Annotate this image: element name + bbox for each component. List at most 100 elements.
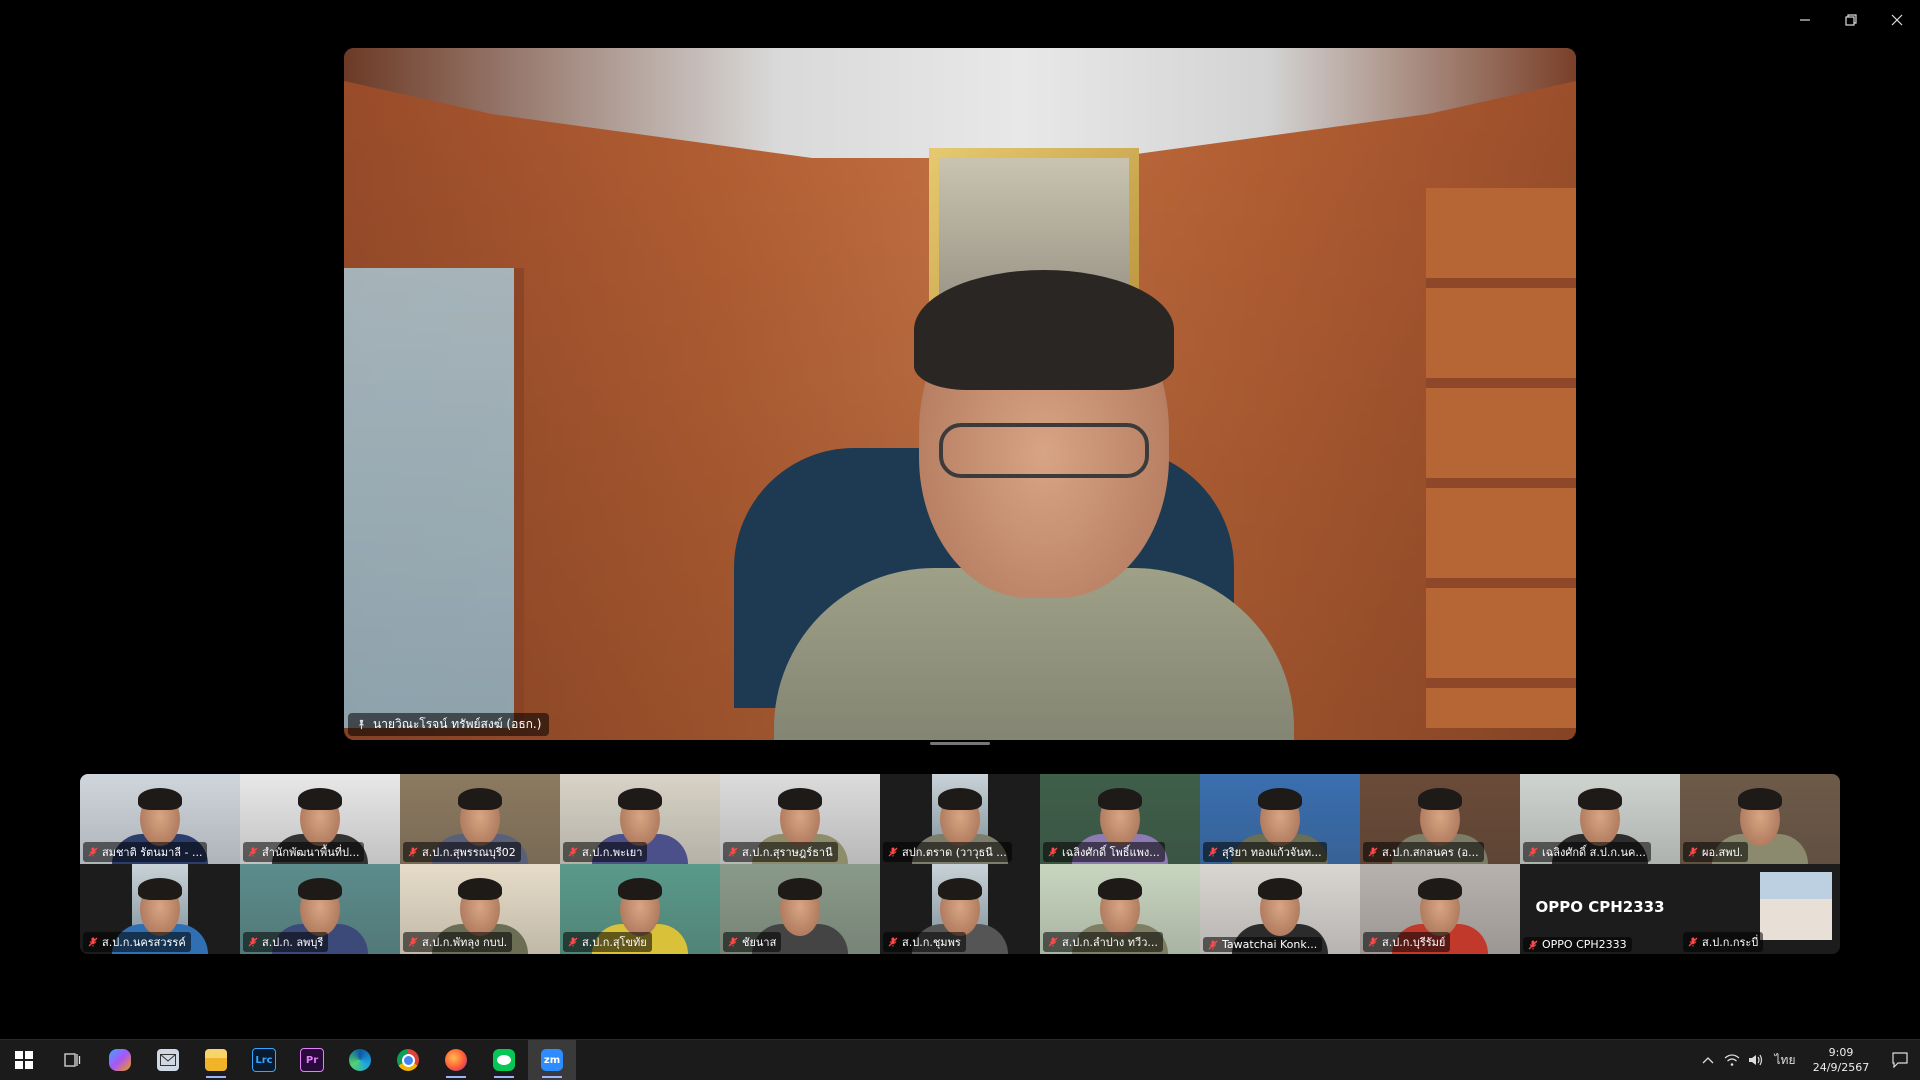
- language-label: ไทย: [1774, 1052, 1796, 1067]
- participant-tile[interactable]: ส.ป.ก.บุรีรัมย์: [1360, 864, 1520, 954]
- participant-tile[interactable]: สุริยา ทองแก้วจันท...: [1200, 774, 1360, 864]
- muted-microphone-icon: [1048, 937, 1058, 947]
- firefox-button[interactable]: [432, 1040, 480, 1080]
- active-speaker-video[interactable]: นายวิณะโรจน์ ทรัพย์สงฆ์ (อธก.): [344, 48, 1576, 740]
- participant-tile[interactable]: OPPO CPH2333 OPPO CPH2333: [1520, 864, 1680, 954]
- participant-name: ส.ป.ก.สุพรรณบุรี02: [422, 846, 516, 859]
- participant-figure: [938, 878, 982, 900]
- participant-tile[interactable]: ส.ป.ก.ชุมพร: [880, 864, 1040, 954]
- copilot-button[interactable]: [96, 1040, 144, 1080]
- participant-tile[interactable]: ส.ป.ก.สุพรรณบุรี02: [400, 774, 560, 864]
- video-background: [344, 48, 1576, 158]
- participant-display-name: OPPO CPH2333: [1535, 898, 1665, 916]
- participant-name: สมชาติ รัตนมาลี - ...: [102, 846, 203, 859]
- volume-button[interactable]: [1744, 1040, 1768, 1080]
- participant-name-tag: สมชาติ รัตนมาลี - ...: [83, 842, 208, 862]
- resize-handle[interactable]: [930, 742, 990, 745]
- participant-tile[interactable]: ส.ป.ก.กระบี่: [1680, 864, 1840, 954]
- participant-tile[interactable]: เฉลิงศักดิ์ โพธิ์แพง...: [1040, 774, 1200, 864]
- restore-button[interactable]: [1828, 0, 1874, 40]
- clock[interactable]: 9:09 24/9/2567: [1802, 1045, 1880, 1075]
- participant-tile[interactable]: ส.ป.ก.พัทลุง กบป.: [400, 864, 560, 954]
- muted-microphone-icon: [728, 937, 738, 947]
- participant-tile[interactable]: ส.ป.ก.สุราษฎร์ธานี: [720, 774, 880, 864]
- muted-microphone-icon: [248, 937, 258, 947]
- participant-name-tag: ส.ป.ก.สกลนคร (อ...: [1363, 842, 1484, 862]
- participant-name: สำนักพัฒนาพื้นที่ป...: [262, 846, 360, 859]
- start-button[interactable]: [0, 1040, 48, 1080]
- participant-name-tag: OPPO CPH2333: [1523, 937, 1632, 952]
- participant-tile[interactable]: สมชาติ รัตนมาลี - ...: [80, 774, 240, 864]
- participant-figure: [1578, 788, 1622, 810]
- participant-figure: [1418, 878, 1462, 900]
- participant-tile[interactable]: ชัยนาส: [720, 864, 880, 954]
- participant-name: สุริยา ทองแก้วจันท...: [1222, 846, 1322, 859]
- file-explorer-button[interactable]: [192, 1040, 240, 1080]
- muted-microphone-icon: [1688, 937, 1698, 947]
- task-view-icon: [64, 1053, 81, 1067]
- chevron-up-icon: [1702, 1057, 1714, 1064]
- chrome-button[interactable]: [384, 1040, 432, 1080]
- muted-microphone-icon: [1368, 847, 1378, 857]
- network-button[interactable]: [1720, 1040, 1744, 1080]
- participant-figure: [1738, 788, 1782, 810]
- participant-figure: [138, 878, 182, 900]
- participant-name: ส.ป.ก.ชุมพร: [902, 936, 961, 949]
- minimize-button[interactable]: [1782, 0, 1828, 40]
- edge-icon: [349, 1049, 371, 1071]
- participant-tile[interactable]: ส.ป.ก.พะเยา: [560, 774, 720, 864]
- participant-name-tag: สปก.ตราด (วาวุธนี ...: [883, 842, 1012, 862]
- participant-name-tag: ส.ป.ก.ลำปาง ทวีว...: [1043, 932, 1163, 952]
- participant-name: ส.ป.ก.สุโขทัย: [582, 936, 647, 949]
- wifi-icon: [1724, 1054, 1740, 1066]
- participant-tile[interactable]: ส.ป.ก. ลพบุรี: [240, 864, 400, 954]
- notification-center-button[interactable]: [1880, 1040, 1920, 1080]
- participant-name: ส.ป.ก. ลพบุรี: [262, 936, 324, 949]
- chrome-icon: [397, 1049, 419, 1071]
- language-indicator[interactable]: ไทย: [1768, 1040, 1802, 1080]
- participant-tile[interactable]: สำนักพัฒนาพื้นที่ป...: [240, 774, 400, 864]
- muted-microphone-icon: [1208, 940, 1218, 950]
- zoom-icon: zm: [541, 1049, 563, 1071]
- close-icon: [1891, 14, 1903, 26]
- window-controls: [1782, 0, 1920, 40]
- premiere-button[interactable]: Pr: [288, 1040, 336, 1080]
- participant-tile[interactable]: Tawatchai Konk...: [1200, 864, 1360, 954]
- participant-name: ส.ป.ก.ลำปาง ทวีว...: [1062, 936, 1158, 949]
- speaker-icon: [1749, 1054, 1763, 1066]
- participant-tile[interactable]: เฉลิงศักดิ์ ส.ป.ก.นค...: [1520, 774, 1680, 864]
- participant-tile[interactable]: ส.ป.ก.นครสวรรค์: [80, 864, 240, 954]
- show-hidden-icons-button[interactable]: [1696, 1040, 1720, 1080]
- line-button[interactable]: [480, 1040, 528, 1080]
- participant-tile[interactable]: สปก.ตราด (วาวุธนี ...: [880, 774, 1040, 864]
- mail-button[interactable]: [144, 1040, 192, 1080]
- participant-name: ส.ป.ก.พะเยา: [582, 846, 643, 859]
- minimize-icon: [1800, 19, 1810, 21]
- notification-icon: [1892, 1052, 1908, 1068]
- participant-tile[interactable]: ส.ป.ก.ลำปาง ทวีว...: [1040, 864, 1200, 954]
- participant-name: ส.ป.ก.สกลนคร (อ...: [1382, 846, 1479, 859]
- participant-name-tag: ส.ป.ก. ลพบุรี: [243, 932, 329, 952]
- participant-figure: [1098, 878, 1142, 900]
- participant-figure: [778, 878, 822, 900]
- participant-tile[interactable]: ส.ป.ก.สกลนคร (อ...: [1360, 774, 1520, 864]
- muted-microphone-icon: [888, 847, 898, 857]
- participant-name-tag: ส.ป.ก.สุราษฎร์ธานี: [723, 842, 838, 862]
- profile-picture: [1760, 872, 1832, 940]
- clock-date: 24/9/2567: [1812, 1061, 1870, 1074]
- close-button[interactable]: [1874, 0, 1920, 40]
- task-view-button[interactable]: [48, 1040, 96, 1080]
- clock-time: 9:09: [1828, 1046, 1854, 1059]
- zoom-button[interactable]: zm: [528, 1040, 576, 1080]
- participant-name: เฉลิงศักดิ์ โพธิ์แพง...: [1062, 846, 1160, 859]
- participant-tile[interactable]: ผอ.สพป.: [1680, 774, 1840, 864]
- lightroom-button[interactable]: Lrc: [240, 1040, 288, 1080]
- participant-name-tag: สำนักพัฒนาพื้นที่ป...: [243, 842, 365, 862]
- muted-microphone-icon: [568, 937, 578, 947]
- edge-button[interactable]: [336, 1040, 384, 1080]
- muted-microphone-icon: [1208, 847, 1218, 857]
- muted-microphone-icon: [88, 847, 98, 857]
- participant-tile[interactable]: ส.ป.ก.สุโขทัย: [560, 864, 720, 954]
- participant-name-tag: ส.ป.ก.สุโขทัย: [563, 932, 652, 952]
- participant-name: ส.ป.ก.สุราษฎร์ธานี: [742, 846, 833, 859]
